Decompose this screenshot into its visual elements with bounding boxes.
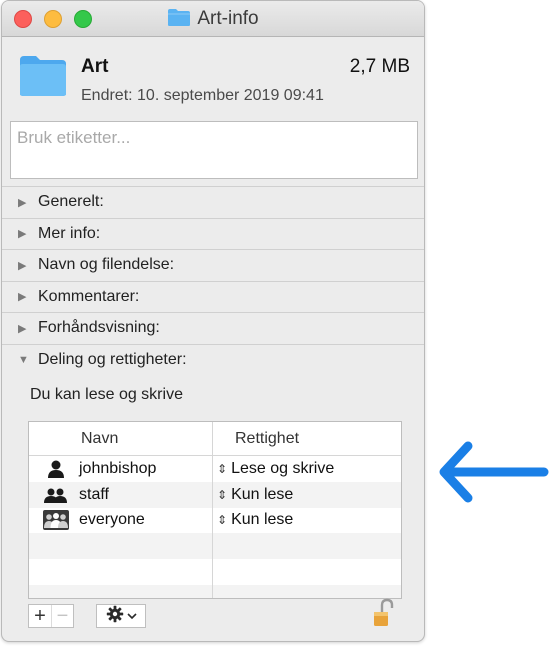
privilege-value: Kun lese — [231, 511, 294, 529]
section-name-extension[interactable]: ▶ Navn og filendelse: — [2, 249, 424, 281]
add-remove-segment: + − — [28, 604, 74, 628]
column-header-privilege[interactable]: Rettighet — [213, 430, 299, 448]
remove-user-button[interactable]: − — [51, 605, 73, 627]
section-general[interactable]: ▶ Generelt: — [2, 186, 424, 218]
privilege-popup[interactable]: ⇕ Kun lese — [213, 482, 293, 508]
action-menu-button[interactable] — [96, 604, 146, 628]
info-header: Art 2,7 MB Endret: 10. september 2019 09… — [2, 38, 424, 114]
window-title-area: Art-info — [2, 8, 424, 33]
item-name: Art — [81, 56, 109, 77]
unlocked-lock-icon[interactable] — [372, 598, 394, 633]
section-label: Mer info: — [38, 224, 101, 242]
disclosure-triangle-icon[interactable]: ▶ — [18, 227, 32, 240]
callout-arrow-icon — [436, 440, 550, 509]
section-label: Kommentarer: — [38, 287, 140, 305]
disclosure-triangle-icon[interactable]: ▶ — [18, 259, 32, 272]
disclosure-triangle-icon[interactable]: ▶ — [18, 322, 32, 335]
up-down-chevron-icon: ⇕ — [217, 513, 228, 528]
empty-row — [29, 533, 401, 560]
user-name: everyone — [79, 511, 145, 529]
everyone-icon — [43, 510, 69, 531]
privilege-value: Kun lese — [231, 485, 294, 503]
sharing-status: Du kan lese og skrive — [30, 386, 183, 403]
empty-row — [29, 584, 401, 598]
section-label: Generelt: — [38, 193, 104, 211]
info-window: Art-info Art 2,7 MB Endret: 10. septembe… — [1, 0, 425, 642]
title-bar[interactable]: Art-info — [2, 1, 424, 37]
tags-input[interactable] — [11, 122, 417, 154]
disclosure-triangle-icon[interactable]: ▶ — [18, 196, 32, 209]
window-title: Art-info — [197, 8, 259, 29]
user-name: staff — [79, 485, 109, 503]
gear-icon — [106, 605, 124, 628]
up-down-chevron-icon: ⇕ — [217, 487, 228, 502]
permissions-table: Navn Rettighet johnbishop ⇕ Lese og skri… — [28, 421, 402, 599]
folder-icon — [167, 8, 191, 33]
item-size: 2,7 MB — [349, 56, 410, 77]
table-row[interactable]: johnbishop ⇕ Lese og skrive — [29, 456, 401, 482]
tags-field[interactable] — [10, 121, 418, 179]
table-row[interactable]: staff ⇕ Kun lese — [29, 481, 401, 508]
section-label: Forhåndsvisning: — [38, 319, 160, 337]
section-label: Deling og rettigheter: — [38, 350, 187, 368]
section-comments[interactable]: ▶ Kommentarer: — [2, 280, 424, 313]
disclosure-triangle-expanded-icon[interactable]: ▼ — [18, 354, 32, 366]
privilege-value: Lese og skrive — [231, 459, 335, 477]
user-name: johnbishop — [79, 459, 157, 477]
empty-row — [29, 559, 401, 585]
disclosure-triangle-icon[interactable]: ▶ — [18, 290, 32, 303]
modified-date: Endret: 10. september 2019 09:41 — [81, 87, 324, 104]
section-more-info[interactable]: ▶ Mer info: — [2, 217, 424, 250]
section-sharing-permissions[interactable]: ▼ Deling og rettigheter: — [2, 343, 424, 376]
up-down-chevron-icon: ⇕ — [217, 461, 228, 476]
table-row[interactable]: everyone ⇕ Kun lese — [29, 507, 401, 534]
group-icon — [43, 485, 69, 505]
chevron-down-icon — [126, 607, 137, 625]
info-sections: ▶ Generelt: ▶ Mer info: ▶ Navn og filend… — [2, 186, 424, 375]
section-label: Navn og filendelse: — [38, 256, 175, 274]
privilege-popup[interactable]: ⇕ Lese og skrive — [213, 456, 334, 482]
section-preview[interactable]: ▶ Forhåndsvisning: — [2, 312, 424, 344]
permissions-rows: johnbishop ⇕ Lese og skrive staff ⇕ Kun … — [29, 456, 401, 598]
privilege-popup[interactable]: ⇕ Kun lese — [213, 508, 293, 534]
single-user-icon — [43, 459, 69, 479]
column-header-name[interactable]: Navn — [29, 422, 213, 455]
folder-icon — [18, 54, 68, 103]
table-header: Navn Rettighet — [29, 422, 401, 456]
add-user-button[interactable]: + — [29, 605, 51, 627]
permissions-toolbar: + − — [28, 598, 402, 630]
